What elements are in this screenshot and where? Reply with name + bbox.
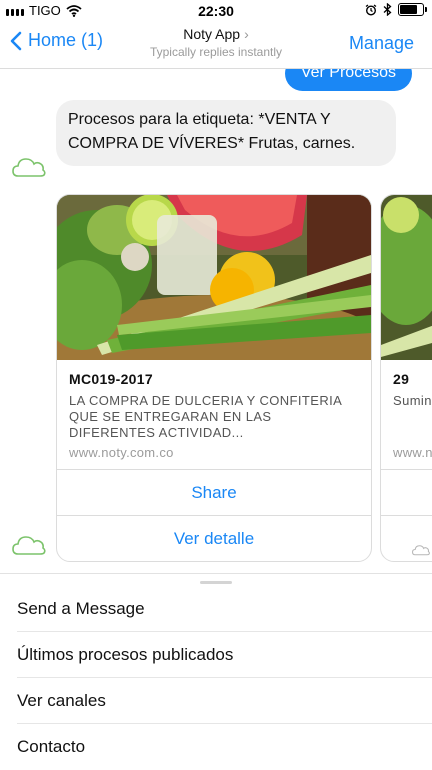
alarm-icon xyxy=(365,3,377,16)
card-description: LA COMPRA DE DULCERIA Y CONFITERIA QUE S… xyxy=(69,393,342,440)
card-image-vegetables xyxy=(57,195,371,360)
card-title: MC019-2017 xyxy=(69,371,153,387)
status-bar: TIGO 22:30 xyxy=(0,0,432,22)
bot-message-bubble: Procesos para la etiqueta: *VENTA Y COMP… xyxy=(56,100,396,166)
share-button[interactable]: Share xyxy=(57,469,371,516)
bot-avatar-icon xyxy=(12,536,46,555)
drag-handle[interactable] xyxy=(200,581,232,584)
process-card[interactable]: MC019-2017 LA COMPRA DE DULCERIA Y CONFI… xyxy=(56,194,372,562)
status-right xyxy=(365,3,427,16)
chevron-right-icon: › xyxy=(244,26,249,42)
card-title: 29 xyxy=(393,371,410,387)
menu-item-contacto[interactable]: Contacto xyxy=(0,724,432,770)
user-message-bubble: Ver Procesos xyxy=(284,68,412,91)
menu-item-ultimos-procesos[interactable]: Últimos procesos publicados xyxy=(0,632,432,678)
manage-button[interactable]: Manage xyxy=(349,33,414,54)
nav-title: Noty App xyxy=(183,26,241,42)
persistent-menu: Send a Message Últimos procesos publicad… xyxy=(0,573,432,769)
process-card[interactable]: 29 Sumini familia www.n xyxy=(380,194,432,562)
bot-avatar-icon xyxy=(412,545,430,556)
card-description: Sumini familia xyxy=(393,393,432,408)
ver-detalle-button[interactable]: Ver detalle xyxy=(57,515,371,561)
battery-icon xyxy=(398,3,427,16)
chat-area[interactable]: Ver Procesos Procesos para la etiqueta: … xyxy=(0,68,432,573)
menu-item-send-message[interactable]: Send a Message xyxy=(0,586,432,632)
card-button[interactable] xyxy=(381,469,432,516)
card-url: www.noty.com.co xyxy=(69,445,174,460)
card-url: www.n xyxy=(393,445,432,460)
nav-bar: Home (1) Noty App › Typically replies ins… xyxy=(0,22,432,69)
bluetooth-icon xyxy=(383,3,392,16)
card-image-vegetables xyxy=(381,195,432,360)
bot-avatar-icon xyxy=(12,158,46,177)
menu-item-ver-canales[interactable]: Ver canales xyxy=(0,678,432,724)
